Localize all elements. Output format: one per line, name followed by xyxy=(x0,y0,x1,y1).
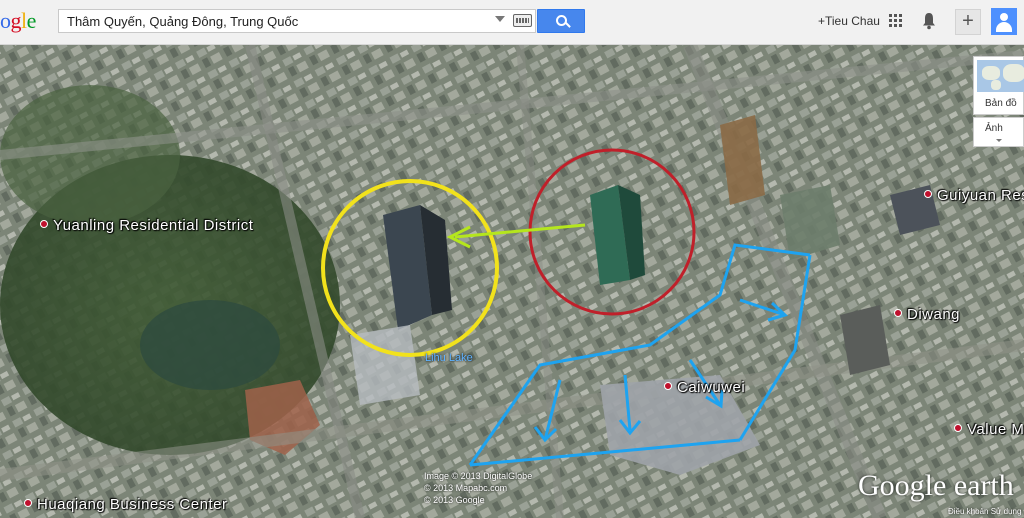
chevron-down-icon[interactable] xyxy=(495,16,505,22)
place-label-yuanling[interactable]: Yuanling Residential District xyxy=(40,217,253,234)
search-input[interactable]: Thâm Quyến, Quảng Đông, Trung Quốc xyxy=(58,9,536,33)
satellite-imagery xyxy=(0,45,1024,518)
notification-bell-icon[interactable] xyxy=(922,12,936,30)
avatar[interactable] xyxy=(991,8,1017,35)
place-label-guiyuan[interactable]: Guiyuan Res xyxy=(924,187,1024,204)
share-plus-button[interactable]: + xyxy=(955,9,981,35)
google-logo[interactable]: ogle xyxy=(0,8,36,34)
imagery-view-label: Ảnh xyxy=(985,123,1003,134)
terms-link[interactable]: Điều khoản Sử dụng xyxy=(948,507,1021,516)
imagery-attribution: Image © 2013 DigitalGlobe © 2013 Mapabc.… xyxy=(424,471,533,505)
place-label-diwang[interactable]: Diwang xyxy=(894,306,960,323)
search-button[interactable] xyxy=(537,9,585,33)
imagery-view-switch[interactable]: Ảnh xyxy=(973,117,1024,147)
user-profile-link[interactable]: +Tieu Chau xyxy=(818,14,880,28)
map-view-switch[interactable]: Bản đồ xyxy=(973,56,1024,115)
search-value: Thâm Quyến, Quảng Đông, Trung Quốc xyxy=(67,14,299,29)
map-thumbnail xyxy=(977,60,1024,92)
place-label-lake[interactable]: Lihu Lake xyxy=(425,352,473,364)
place-label-value[interactable]: Value M xyxy=(954,421,1024,438)
map-view-label: Bản đồ xyxy=(985,98,1017,109)
place-label-huaqiang[interactable]: Huaqiang Business Center xyxy=(24,496,227,513)
place-label-caiwuwei[interactable]: Caiwuwei xyxy=(664,379,745,396)
top-bar: ogle Thâm Quyến, Quảng Đông, Trung Quốc … xyxy=(0,0,1024,45)
google-earth-logo: Google earth xyxy=(858,469,1014,502)
apps-grid-icon[interactable] xyxy=(889,14,903,28)
earth-imagery-view[interactable]: Yuanling Residential District Guiyuan Re… xyxy=(0,45,1024,518)
keyboard-icon[interactable] xyxy=(513,14,532,27)
chevron-down-icon xyxy=(996,139,1002,142)
